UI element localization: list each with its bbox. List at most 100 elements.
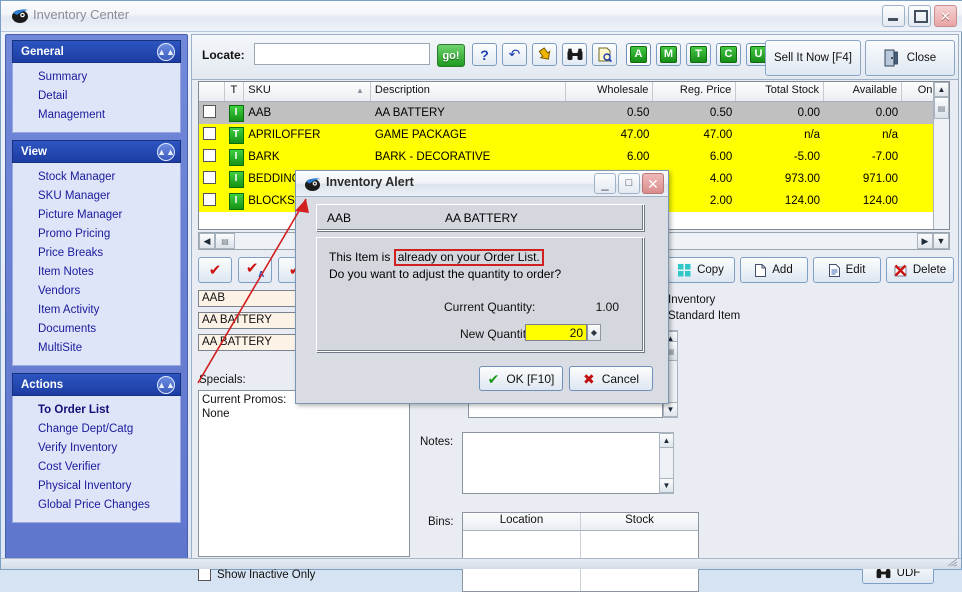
close-window-button[interactable]: Close xyxy=(865,40,955,76)
cancel-button[interactable]: ✖ Cancel xyxy=(569,366,653,391)
current-promos-box[interactable]: Current Promos: None xyxy=(198,390,410,557)
scroll-up-button[interactable]: ▲ xyxy=(934,82,949,97)
sidebar-item-item-notes[interactable]: Item Notes xyxy=(13,263,180,282)
notes-scrollbar[interactable]: ▲ ▼ xyxy=(659,432,674,494)
sidebar-item-vendors[interactable]: Vendors xyxy=(13,282,180,301)
chevron-up-icon[interactable]: ▲▲ xyxy=(157,43,175,61)
sidebar-item-documents[interactable]: Documents xyxy=(13,320,180,339)
sidebar-item-summary[interactable]: Summary xyxy=(13,68,180,87)
table-row[interactable]: I AAB AA BATTERY 0.50 0.50 0.00 0.00 xyxy=(199,102,949,124)
dialog-maximize-button[interactable]: □ xyxy=(618,173,640,194)
bins-table[interactable]: Location Stock xyxy=(462,512,699,592)
grid-col-check[interactable] xyxy=(199,82,225,101)
copy-button-label: Copy xyxy=(697,264,724,276)
copy-button[interactable]: Copy xyxy=(667,257,735,283)
resize-grip-icon[interactable] xyxy=(946,557,958,567)
report-button[interactable] xyxy=(592,43,617,66)
filter-button-c[interactable]: C xyxy=(716,43,741,66)
sidebar-item-picture-manager[interactable]: Picture Manager xyxy=(13,206,180,225)
sidebar-item-verify-inventory[interactable]: Verify Inventory xyxy=(13,439,180,458)
row-checkbox[interactable] xyxy=(203,193,216,206)
grid-col-total-stock[interactable]: Total Stock xyxy=(736,82,825,101)
dialog-close-button[interactable]: ✕ xyxy=(642,173,664,194)
jump-icon xyxy=(538,47,551,60)
sidebar-item-multisite[interactable]: MultiSite xyxy=(13,339,180,358)
scroll-down-button[interactable]: ▼ xyxy=(933,233,949,249)
new-quantity-input[interactable]: 20 xyxy=(525,324,587,341)
dialog-minimize-button[interactable]: _ xyxy=(594,173,616,194)
grid-col-type[interactable]: T xyxy=(225,82,245,101)
find-button[interactable] xyxy=(562,43,587,66)
row-checkbox[interactable] xyxy=(203,149,216,162)
refresh-button[interactable]: ↶ xyxy=(502,43,527,66)
maximize-button[interactable] xyxy=(908,5,931,27)
notes-textarea[interactable] xyxy=(462,432,674,494)
chevron-up-icon[interactable]: ▲▲ xyxy=(157,143,175,161)
locate-input[interactable] xyxy=(254,43,430,65)
new-quantity-stepper[interactable]: ◆ xyxy=(587,324,601,341)
sidebar-item-promo-pricing[interactable]: Promo Pricing xyxy=(13,225,180,244)
page-edit-icon xyxy=(828,263,840,277)
table-row[interactable]: T APRILOFFER GAME PACKAGE 47.00 47.00 n/… xyxy=(199,124,949,146)
item-type-line1: Inventory xyxy=(668,294,716,306)
sidebar-item-cost-verifier[interactable]: Cost Verifier xyxy=(13,458,180,477)
table-row[interactable]: I BARK BARK - DECORATIVE 6.00 6.00 -5.00… xyxy=(199,146,949,168)
go-button[interactable]: go! xyxy=(437,44,465,67)
grid-col-reg-price[interactable]: Reg. Price xyxy=(653,82,737,101)
chevron-up-icon[interactable]: ▲▲ xyxy=(157,376,175,394)
show-inactive-only-label: Show Inactive Only xyxy=(217,568,316,581)
grid-col-description[interactable]: Description xyxy=(371,82,566,101)
grid-col-sku[interactable]: SKU ▲ xyxy=(244,82,371,101)
dialog-window-controls: _ □ ✕ xyxy=(594,173,664,194)
sidebar-item-to-order-list[interactable]: To Order List xyxy=(13,401,180,420)
delete-button[interactable]: Delete xyxy=(886,257,954,283)
scroll-up-button[interactable]: ▲ xyxy=(659,433,674,448)
filter-button-a[interactable]: A xyxy=(626,43,651,66)
jump-button[interactable] xyxy=(532,43,557,66)
sidebar-item-price-breaks[interactable]: Price Breaks xyxy=(13,244,180,263)
scroll-left-button[interactable]: ◀ xyxy=(199,233,215,249)
grid-col-available[interactable]: Available xyxy=(824,82,903,101)
sidebar-section-general-header[interactable]: General ▲▲ xyxy=(12,40,181,63)
post-all-button[interactable]: ✔A xyxy=(238,257,272,283)
row-checkbox[interactable] xyxy=(203,171,216,184)
add-button[interactable]: Add xyxy=(740,257,808,283)
item-type-line2: Standard Item xyxy=(668,310,741,322)
edit-button[interactable]: Edit xyxy=(813,257,881,283)
ok-button[interactable]: ✔ OK [F10] xyxy=(479,366,563,391)
sidebar-item-stock-manager[interactable]: Stock Manager xyxy=(13,168,180,187)
row-available: 124.00 xyxy=(862,195,899,207)
post-button[interactable]: ✔ xyxy=(198,257,232,283)
sidebar-item-detail[interactable]: Detail xyxy=(13,87,180,106)
filter-button-m[interactable]: M xyxy=(656,43,681,66)
sidebar-item-sku-manager[interactable]: SKU Manager xyxy=(13,187,180,206)
scroll-right-button[interactable]: ▶ xyxy=(917,233,933,249)
sidebar-item-change-dept-catg[interactable]: Change Dept/Catg xyxy=(13,420,180,439)
hscroll-thumb[interactable]: ▤ xyxy=(215,233,235,249)
row-type-badge: I xyxy=(228,170,244,188)
copy-icon xyxy=(678,263,691,276)
grid-col-wholesale[interactable]: Wholesale xyxy=(566,82,654,101)
help-button[interactable]: ? xyxy=(472,43,497,66)
sidebar-item-global-price-changes[interactable]: Global Price Changes xyxy=(13,496,180,515)
help-icon: ? xyxy=(480,46,489,63)
sidebar-section-view-header[interactable]: View ▲▲ xyxy=(12,140,181,163)
sidebar-item-item-activity[interactable]: Item Activity xyxy=(13,301,180,320)
row-type-badge: I xyxy=(228,104,244,122)
sidebar-section-actions-header[interactable]: Actions ▲▲ xyxy=(12,373,181,396)
grid-vertical-scrollbar[interactable]: ▲ ▤ xyxy=(933,82,949,229)
row-checkbox[interactable] xyxy=(203,105,216,118)
sidebar-item-physical-inventory[interactable]: Physical Inventory xyxy=(13,477,180,496)
close-button[interactable]: ✕ xyxy=(934,5,957,27)
scroll-down-button[interactable]: ▼ xyxy=(663,402,678,417)
bins-col-location[interactable]: Location xyxy=(463,513,581,530)
minimize-button[interactable] xyxy=(882,5,905,27)
minimize-icon: _ xyxy=(601,175,609,191)
bins-col-stock[interactable]: Stock xyxy=(581,513,698,530)
row-checkbox[interactable] xyxy=(203,127,216,140)
scroll-thumb[interactable]: ▤ xyxy=(934,97,949,119)
scroll-down-button[interactable]: ▼ xyxy=(659,478,674,493)
sidebar-item-management[interactable]: Management xyxy=(13,106,180,125)
filter-button-t[interactable]: T xyxy=(686,43,711,66)
sell-it-now-button[interactable]: Sell It Now [F4] xyxy=(765,40,861,76)
